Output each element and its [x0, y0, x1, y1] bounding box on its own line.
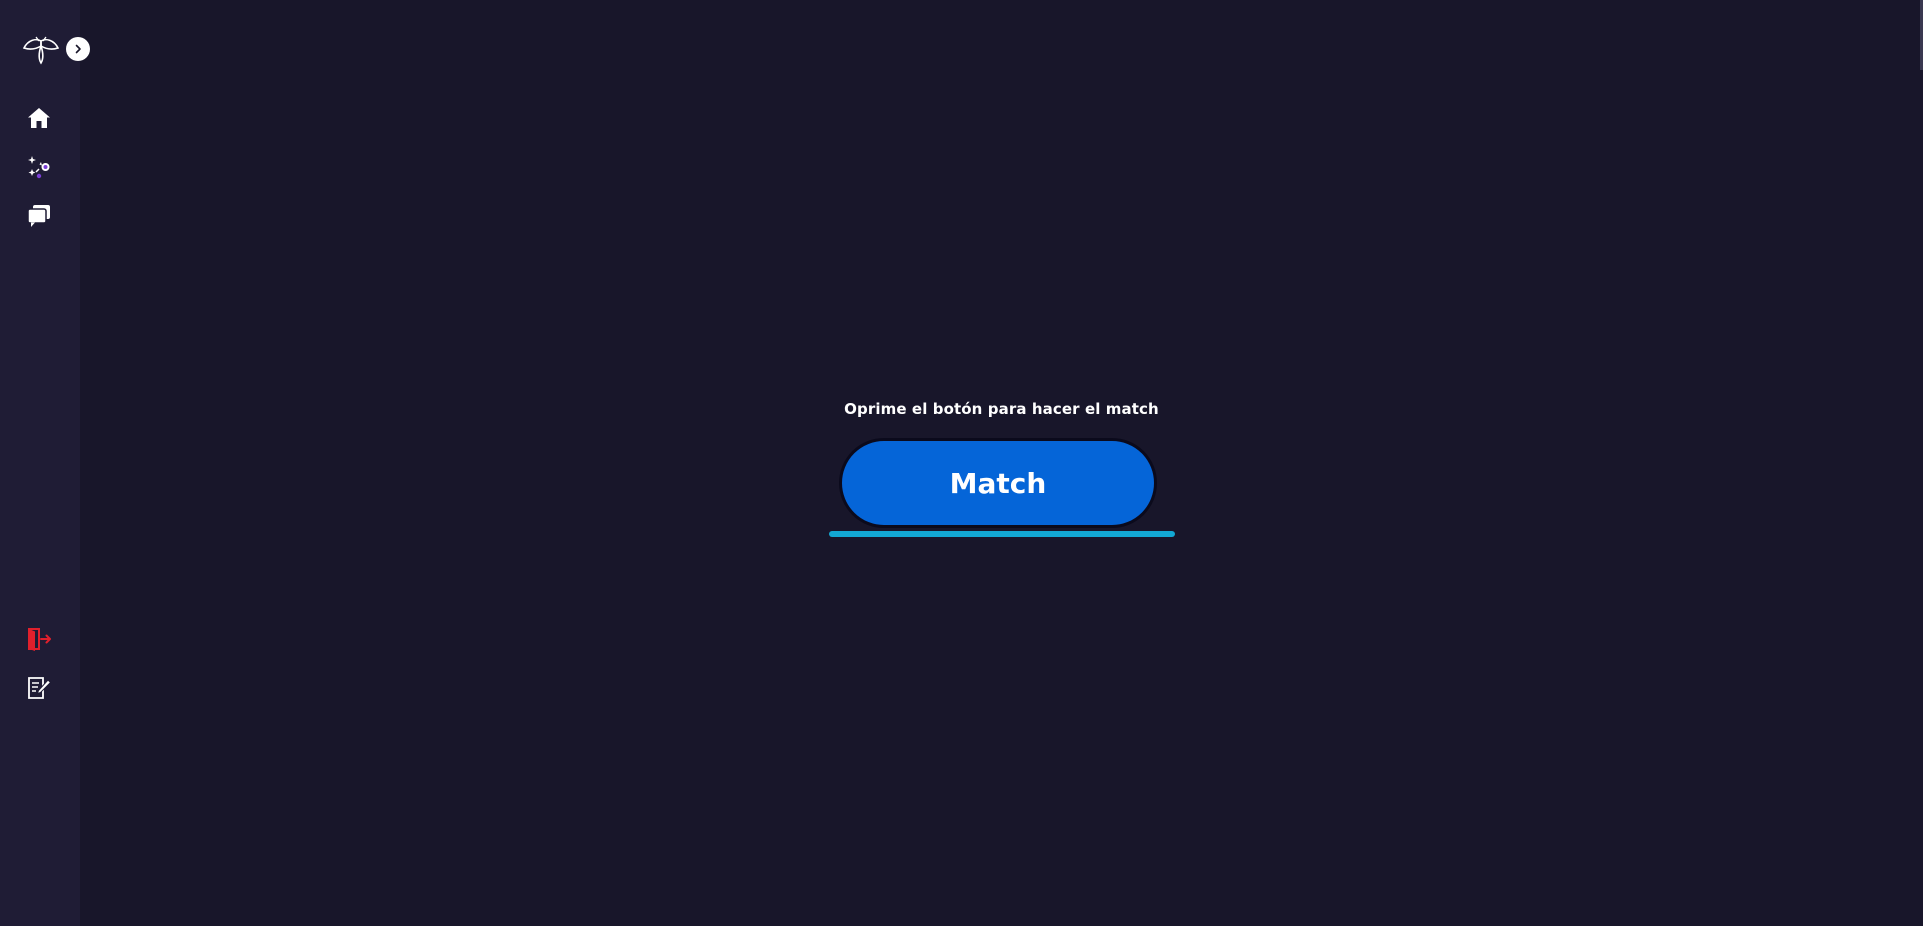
logout-icon — [28, 628, 51, 651]
chevron-right-icon — [75, 44, 81, 54]
home-icon — [28, 108, 50, 128]
firefly-logo-icon[interactable] — [20, 36, 62, 66]
main-content: Oprime el botón para hacer el match Matc… — [80, 0, 1923, 926]
sidebar-item-chats[interactable] — [25, 202, 53, 230]
sidebar — [0, 0, 90, 926]
app-window: Oprime el botón para hacer el match Matc… — [0, 0, 1923, 926]
match-sparkle-icon — [28, 156, 50, 179]
match-button[interactable]: Match — [839, 438, 1157, 528]
edit-document-icon — [28, 677, 52, 699]
sidebar-item-home[interactable] — [25, 104, 53, 132]
match-button-underline — [829, 531, 1175, 537]
sidebar-expand-button[interactable] — [66, 37, 90, 61]
sidebar-item-match[interactable] — [25, 153, 53, 181]
edit-profile-button[interactable] — [25, 674, 53, 702]
chat-bubbles-icon — [27, 205, 50, 227]
logout-button[interactable] — [25, 625, 53, 653]
match-prompt-text: Oprime el botón para hacer el match — [844, 400, 1159, 418]
